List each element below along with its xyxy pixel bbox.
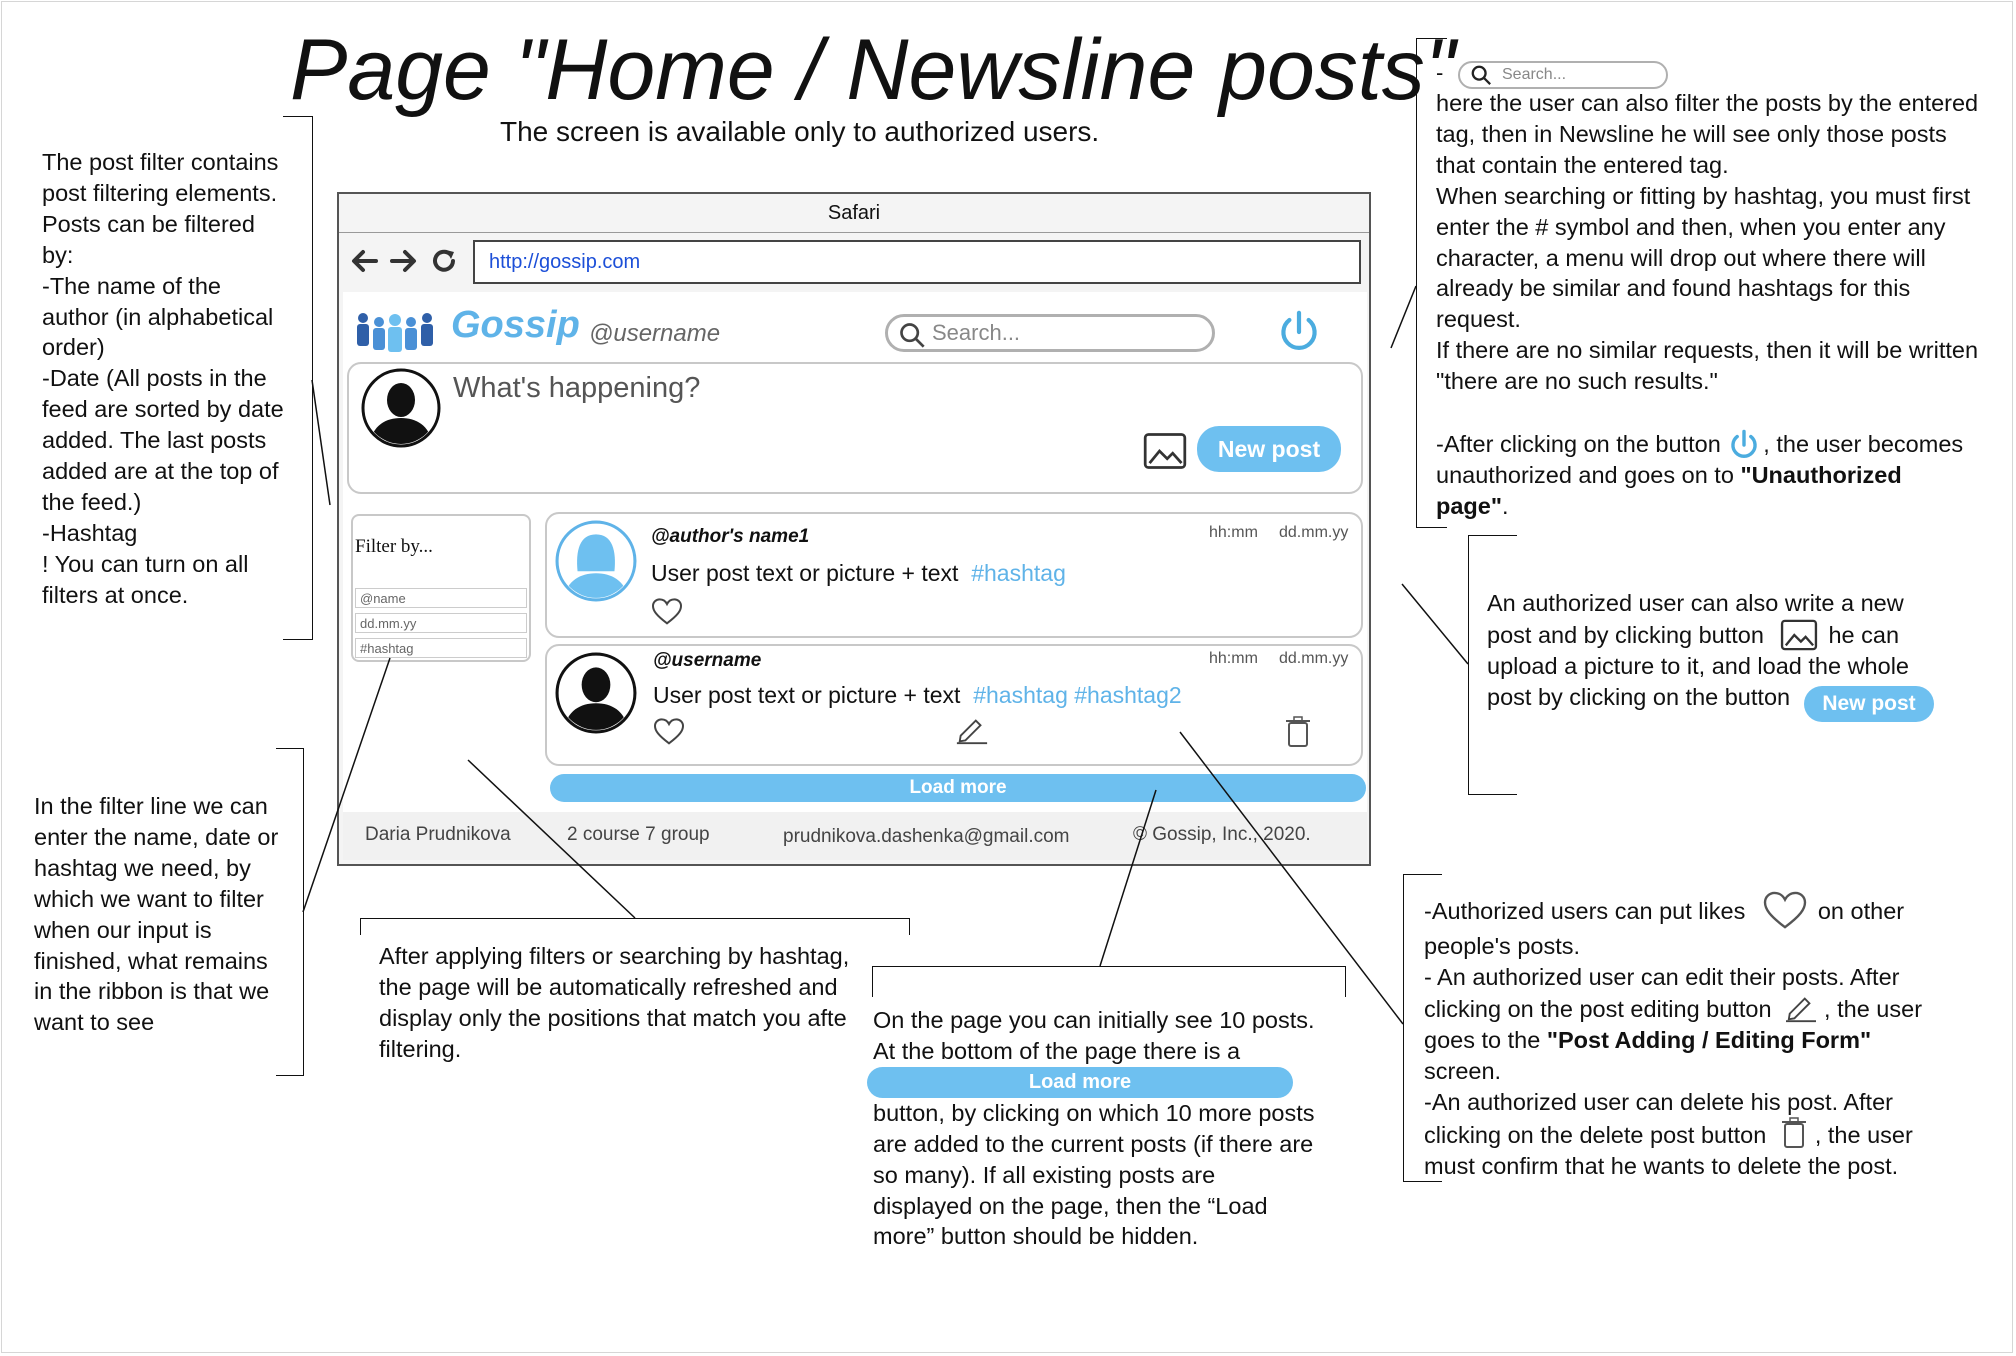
connector-after-filters bbox=[467, 759, 636, 919]
connector-new-post bbox=[1401, 583, 1469, 665]
connector-actions bbox=[1179, 731, 1404, 1025]
connector-filter-description bbox=[311, 379, 331, 506]
connector-load-more bbox=[1099, 789, 1157, 967]
connector-lines bbox=[302, 285, 1469, 1025]
connector-search bbox=[1390, 285, 1417, 349]
connector-filter-line bbox=[302, 657, 391, 913]
